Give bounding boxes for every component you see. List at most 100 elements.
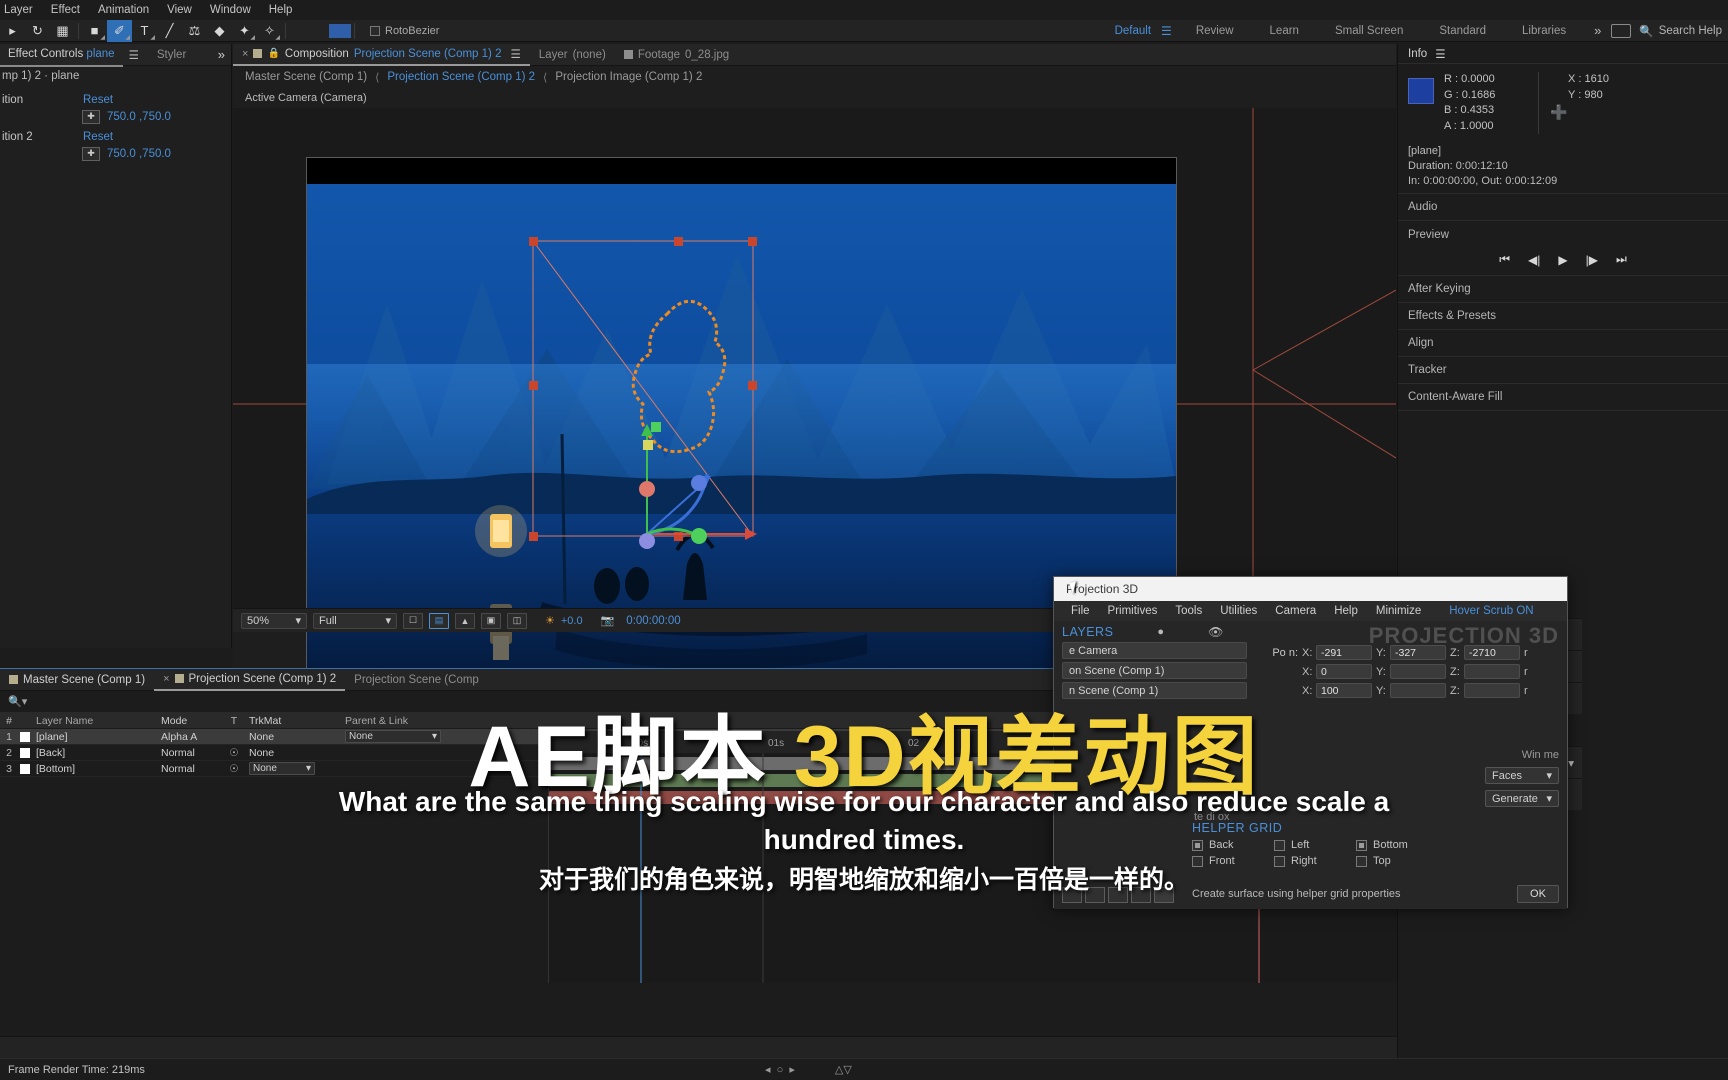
breadcrumb-item-2[interactable]: Projection Image (Comp 1) 2 xyxy=(555,71,702,83)
list-item[interactable]: on Scene (Comp 1) xyxy=(1062,662,1247,679)
roto-brush-tool-icon[interactable]: ✦ ◢ xyxy=(232,20,257,42)
effect-controls-menu-icon[interactable]: ☰ xyxy=(123,48,145,62)
helper-grid-front[interactable]: Front xyxy=(1192,855,1274,867)
position-z-0[interactable]: -2710 xyxy=(1464,645,1520,660)
property-reset-position-2[interactable]: Reset xyxy=(83,129,113,145)
panel-after-keying[interactable]: After Keying xyxy=(1398,276,1728,303)
row-t-2[interactable]: ☉ xyxy=(223,747,245,759)
breadcrumb-item-0[interactable]: Master Scene (Comp 1) xyxy=(245,71,367,83)
row-swatch-2[interactable] xyxy=(18,747,32,758)
resolution-select[interactable]: Full ▾ xyxy=(313,612,397,629)
region-of-interest-icon[interactable]: ▦ xyxy=(50,20,75,42)
p3d-menu-help[interactable]: Help xyxy=(1325,605,1367,617)
zoom-select[interactable]: 50% ▾ xyxy=(241,612,307,629)
checkbox-front[interactable] xyxy=(1192,855,1203,867)
composition-viewer[interactable]: 50% ▾ Full ▾ ☐ ▤ ▲ ▣ ◫ ☀ +0.0 📷 0:00:00:… xyxy=(233,108,1605,679)
grid-preset-5-icon[interactable] xyxy=(1154,887,1174,903)
snapshot-icon[interactable]: 📷 xyxy=(601,614,615,627)
play-icon[interactable]: ▶ xyxy=(1558,253,1567,267)
row-matte-2[interactable]: None xyxy=(245,747,319,759)
workspace-learn[interactable]: Learn xyxy=(1252,25,1317,37)
timeline-tab-projection-scene-2[interactable]: Projection Scene (Comp xyxy=(345,669,488,691)
selection-tool-icon[interactable]: ▸ xyxy=(0,20,25,42)
workspace-review[interactable]: Review xyxy=(1178,25,1252,37)
search-icon-timeline[interactable]: 🔍▾ xyxy=(8,695,27,708)
helper-grid-bottom[interactable]: Bottom xyxy=(1356,839,1438,851)
menu-item-layer[interactable]: Layer xyxy=(2,0,42,20)
row-matte-3[interactable]: None ▾ xyxy=(245,762,319,775)
p3d-menu-minimize[interactable]: Minimize xyxy=(1367,605,1430,617)
workspace-standard[interactable]: Standard xyxy=(1421,25,1504,37)
projection-3d-window[interactable]: Projection 3D File Primitives Tools Util… xyxy=(1053,576,1568,909)
position-z-1[interactable] xyxy=(1464,664,1520,679)
workspace-small-screen[interactable]: Small Screen xyxy=(1317,25,1421,37)
panel-content-aware-fill[interactable]: Content-Aware Fill xyxy=(1398,384,1728,411)
shape-tool-icon[interactable]: ■ ◢ xyxy=(82,20,107,42)
position-x-0[interactable]: -291 xyxy=(1316,645,1372,660)
eraser-tool-icon[interactable]: ◆ xyxy=(207,20,232,42)
grid-preset-2-icon[interactable] xyxy=(1085,887,1105,903)
panel-preview-header[interactable]: Preview xyxy=(1398,221,1728,248)
prev-frame-icon[interactable]: ◀| xyxy=(1528,253,1540,267)
composition-canvas-image[interactable] xyxy=(307,184,1176,678)
row-parent-select-1[interactable]: None ▾ xyxy=(345,730,441,743)
row-t-3[interactable]: ☉ xyxy=(223,763,245,775)
effect-controls-overflow-icon[interactable]: » xyxy=(218,47,225,62)
timeline-graph-icon[interactable]: △▽ xyxy=(835,1063,852,1076)
column-header-parent[interactable]: Parent & Link xyxy=(319,715,469,727)
property-value-position[interactable]: 750.0 ,750.0 xyxy=(107,111,171,123)
rotobezier-checkbox[interactable] xyxy=(370,25,380,36)
row-mode-2[interactable]: Normal xyxy=(157,747,223,759)
row-matte-1[interactable]: None xyxy=(245,731,319,743)
list-item[interactable]: e Camera xyxy=(1062,642,1247,659)
tab-composition[interactable]: × 🔒 Composition Projection Scene (Comp 1… xyxy=(233,44,530,66)
checkbox-right[interactable] xyxy=(1274,855,1285,867)
toolbar-color-swatch[interactable] xyxy=(329,23,351,38)
position-x-2[interactable]: 100 xyxy=(1316,683,1372,698)
checkbox-back[interactable] xyxy=(1192,839,1203,851)
position-z-2[interactable] xyxy=(1464,683,1520,698)
panel-align[interactable]: Align xyxy=(1398,330,1728,357)
tab-footage[interactable]: Footage 0_28.jpg xyxy=(615,44,738,66)
helper-grid-back[interactable]: Back xyxy=(1192,839,1274,851)
grid-preset-3-icon[interactable] xyxy=(1108,887,1128,903)
generate-dropdown[interactable]: Generate ▾ xyxy=(1485,790,1559,807)
rotate-toggle-2[interactable]: r xyxy=(1524,685,1534,697)
row-layer-name-2[interactable]: [Back] xyxy=(32,747,157,759)
breadcrumb-item-1[interactable]: Projection Scene (Comp 1) 2 xyxy=(387,71,535,83)
list-item[interactable]: n Scene (Comp 1) xyxy=(1062,682,1247,699)
position-y-1[interactable] xyxy=(1390,664,1446,679)
captions-icon[interactable] xyxy=(1611,23,1632,38)
region-of-interest-button[interactable]: ☐ xyxy=(403,612,423,629)
toggle-view-layout-button[interactable]: ▣ xyxy=(481,612,501,629)
p3d-hover-scrub-toggle[interactable]: Hover Scrub ON xyxy=(1440,605,1542,617)
property-reset-position[interactable]: Reset xyxy=(83,92,113,108)
helper-grid-right[interactable]: Right xyxy=(1274,855,1356,867)
tab-effect-controls[interactable]: Effect Controls plane xyxy=(0,43,123,67)
views-button[interactable]: ◫ xyxy=(507,612,527,629)
row-matte-select-3[interactable]: None ▾ xyxy=(249,762,315,775)
p3d-menu-file[interactable]: File xyxy=(1062,605,1099,617)
timeline-tab-close-icon[interactable]: × xyxy=(163,673,169,685)
projection-3d-titlebar[interactable]: Projection 3D xyxy=(1054,577,1567,601)
lock-icon[interactable]: 🔒 xyxy=(267,48,279,59)
toggle-mask-button[interactable]: ▲ xyxy=(455,612,475,629)
workspace-overflow-icon[interactable]: » xyxy=(1584,23,1611,38)
rotate-toggle-0[interactable]: r xyxy=(1524,647,1534,659)
row-mode-3[interactable]: Normal xyxy=(157,763,223,775)
row-swatch-3[interactable] xyxy=(18,763,32,774)
row-swatch-1[interactable] xyxy=(18,731,32,742)
clone-stamp-tool-icon[interactable]: ⚖ xyxy=(182,20,207,42)
transparency-grid-button[interactable]: ▤ xyxy=(429,612,449,629)
anchor-point-icon[interactable]: ✚ xyxy=(82,109,100,124)
p3d-menu-primitives[interactable]: Primitives xyxy=(1099,605,1167,617)
close-icon[interactable]: × xyxy=(242,48,248,60)
next-frame-icon[interactable]: |▶ xyxy=(1586,253,1598,267)
pen-tool-icon[interactable]: ✐ ◢ xyxy=(107,19,132,42)
rotobezier-option[interactable]: RotoBezier xyxy=(370,25,439,37)
checkbox-left[interactable] xyxy=(1274,839,1285,851)
menu-item-help[interactable]: Help xyxy=(260,0,302,20)
position-x-1[interactable]: 0 xyxy=(1316,664,1372,679)
p3d-eye-icon[interactable]: 👁 xyxy=(1208,625,1223,639)
exposure-icon[interactable]: ☀ xyxy=(545,614,555,627)
